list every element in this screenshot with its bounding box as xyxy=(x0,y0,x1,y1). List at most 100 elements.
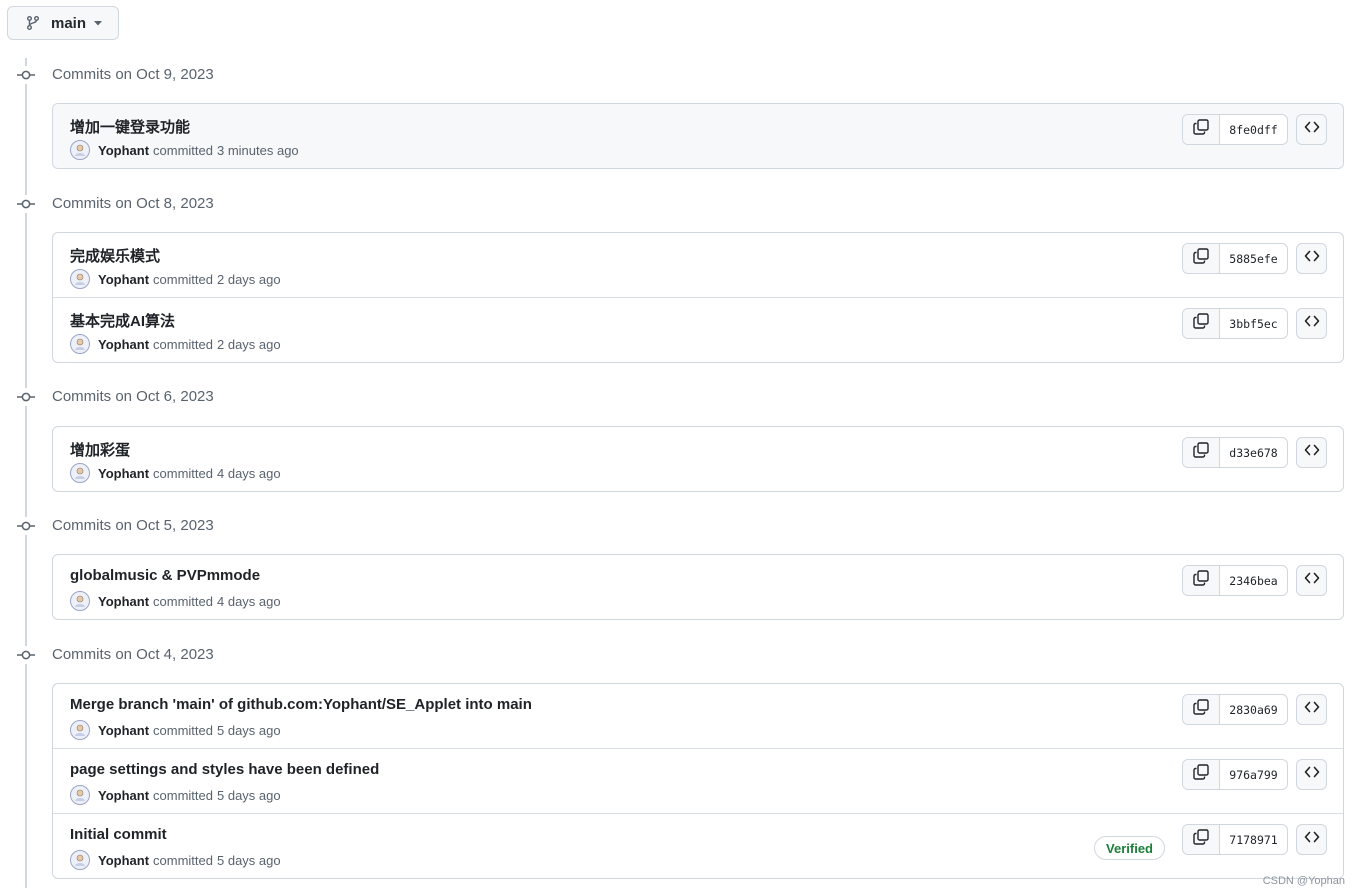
copy-sha-button[interactable] xyxy=(1183,825,1220,854)
code-icon xyxy=(1304,829,1320,850)
commit-time: 5 days ago xyxy=(217,787,281,803)
commit-group-title: Commits on Oct 8, 2023 xyxy=(52,195,214,212)
copy-icon xyxy=(1193,699,1209,720)
commit-action-text: committed xyxy=(153,336,213,352)
commit-sha-group: 7178971 xyxy=(1182,824,1288,855)
commit-author-link[interactable]: Yophant xyxy=(98,143,149,158)
commit-sha-group: 976a799 xyxy=(1182,759,1288,790)
commit-author-link[interactable]: Yophant xyxy=(98,594,149,609)
commit-author-link[interactable]: Yophant xyxy=(98,853,149,868)
commit-row: Merge branch 'main' of github.com:Yophan… xyxy=(53,684,1343,748)
commit-group: 增加一键登录功能 Yophant committed 3 minutes ago 8fe… xyxy=(52,103,1344,169)
commit-row: 增加一键登录功能 Yophant committed 3 minutes ago 8fe… xyxy=(53,104,1343,168)
commit-group-title: Commits on Oct 9, 2023 xyxy=(52,66,214,83)
browse-repository-button[interactable] xyxy=(1296,308,1327,339)
commit-author-link[interactable]: Yophant xyxy=(98,272,149,287)
commit-meta: Yophant committed 2 days ago xyxy=(70,334,281,354)
commit-sha-link[interactable]: 5885efe xyxy=(1220,244,1287,273)
timeline-line xyxy=(25,58,27,888)
copy-sha-button[interactable] xyxy=(1183,695,1220,724)
commit-message-link[interactable]: 增加一键登录功能 xyxy=(70,116,190,137)
avatar[interactable] xyxy=(70,591,90,611)
copy-icon xyxy=(1193,313,1209,334)
commit-sha-group: 3bbf5ec xyxy=(1182,308,1288,339)
commit-group-header: Commits on Oct 4, 2023 xyxy=(0,643,600,667)
commit-sha-group: 2830a69 xyxy=(1182,694,1288,725)
commit-action-text: committed xyxy=(153,271,213,287)
avatar[interactable] xyxy=(70,785,90,805)
copy-icon xyxy=(1193,764,1209,785)
commit-sha-group: d33e678 xyxy=(1182,437,1288,468)
commit-sha-link[interactable]: 2830a69 xyxy=(1220,695,1287,724)
commit-message-link[interactable]: 增加彩蛋 xyxy=(70,439,130,460)
commit-message-link[interactable]: 完成娱乐模式 xyxy=(70,245,160,266)
commit-sha-link[interactable]: 7178971 xyxy=(1220,825,1287,854)
avatar[interactable] xyxy=(70,850,90,870)
branch-select-button[interactable]: main xyxy=(7,6,119,40)
commit-group-header: Commits on Oct 8, 2023 xyxy=(0,192,600,216)
commit-group-header: Commits on Oct 9, 2023 xyxy=(0,63,600,87)
commit-sha-group: 8fe0dff xyxy=(1182,114,1288,145)
copy-sha-button[interactable] xyxy=(1183,566,1220,595)
commit-group: Merge branch 'main' of github.com:Yophan… xyxy=(52,683,1344,879)
git-branch-icon xyxy=(25,14,43,32)
browse-repository-button[interactable] xyxy=(1296,565,1327,596)
code-icon xyxy=(1304,699,1320,720)
commit-meta: Yophant committed 3 minutes ago xyxy=(70,140,299,160)
browse-repository-button[interactable] xyxy=(1296,243,1327,274)
commit-group-header: Commits on Oct 5, 2023 xyxy=(0,514,600,538)
avatar[interactable] xyxy=(70,463,90,483)
commit-author-link[interactable]: Yophant xyxy=(98,723,149,738)
code-icon xyxy=(1304,442,1320,463)
commit-group: globalmusic & PVPmmode Yophant committed 4 … xyxy=(52,554,1344,620)
browse-repository-button[interactable] xyxy=(1296,824,1327,855)
avatar[interactable] xyxy=(70,334,90,354)
commit-action-text: committed xyxy=(153,722,213,738)
commit-group-header: Commits on Oct 6, 2023 xyxy=(0,385,600,409)
commit-author-link[interactable]: Yophant xyxy=(98,466,149,481)
commit-sha-link[interactable]: 976a799 xyxy=(1220,760,1287,789)
commit-sha-link[interactable]: 3bbf5ec xyxy=(1220,309,1287,338)
commit-action-text: committed xyxy=(153,593,213,609)
commit-message-link[interactable]: Initial commit xyxy=(70,826,167,843)
branch-label: main xyxy=(51,14,87,32)
watermark: CSDN @Yophan xyxy=(1262,875,1345,887)
avatar[interactable] xyxy=(70,720,90,740)
code-icon xyxy=(1304,570,1320,591)
browse-repository-button[interactable] xyxy=(1296,694,1327,725)
commit-author-link[interactable]: Yophant xyxy=(98,337,149,352)
commit-group: 完成娱乐模式 Yophant committed 2 days ago 5885efe 基… xyxy=(52,232,1344,363)
commit-row: 完成娱乐模式 Yophant committed 2 days ago 5885efe xyxy=(53,233,1343,297)
commit-group-title: Commits on Oct 5, 2023 xyxy=(52,517,214,534)
copy-sha-button[interactable] xyxy=(1183,438,1220,467)
copy-sha-button[interactable] xyxy=(1183,244,1220,273)
commit-time: 4 days ago xyxy=(217,465,281,481)
commit-sha-link[interactable]: 8fe0dff xyxy=(1220,115,1287,144)
avatar[interactable] xyxy=(70,269,90,289)
code-icon xyxy=(1304,248,1320,269)
commit-message-link[interactable]: globalmusic & PVPmmode xyxy=(70,567,260,584)
copy-icon xyxy=(1193,119,1209,140)
copy-sha-button[interactable] xyxy=(1183,760,1220,789)
browse-repository-button[interactable] xyxy=(1296,437,1327,468)
browse-repository-button[interactable] xyxy=(1296,114,1327,145)
commit-time: 4 days ago xyxy=(217,593,281,609)
commit-message-link[interactable]: Merge branch 'main' of github.com:Yophan… xyxy=(70,696,532,713)
copy-sha-button[interactable] xyxy=(1183,115,1220,144)
commit-action-text: committed xyxy=(153,142,213,158)
browse-repository-button[interactable] xyxy=(1296,759,1327,790)
commit-sha-link[interactable]: 2346bea xyxy=(1220,566,1287,595)
commit-sha-link[interactable]: d33e678 xyxy=(1220,438,1287,467)
commit-message-link[interactable]: 基本完成AI算法 xyxy=(70,310,175,331)
copy-sha-button[interactable] xyxy=(1183,309,1220,338)
commit-author-link[interactable]: Yophant xyxy=(98,788,149,803)
commit-message-link[interactable]: page settings and styles have been defin… xyxy=(70,761,379,778)
commit-meta: Yophant committed 4 days ago xyxy=(70,591,281,611)
avatar[interactable] xyxy=(70,140,90,160)
commit-time: 2 days ago xyxy=(217,271,281,287)
commit-time: 3 minutes ago xyxy=(217,142,299,158)
commit-meta: Yophant committed 4 days ago xyxy=(70,463,281,483)
commit-row: 增加彩蛋 Yophant committed 4 days ago d33e678 xyxy=(53,427,1343,491)
commit-row: globalmusic & PVPmmode Yophant committed 4 … xyxy=(53,555,1343,619)
verified-badge[interactable]: Verified xyxy=(1094,836,1165,860)
